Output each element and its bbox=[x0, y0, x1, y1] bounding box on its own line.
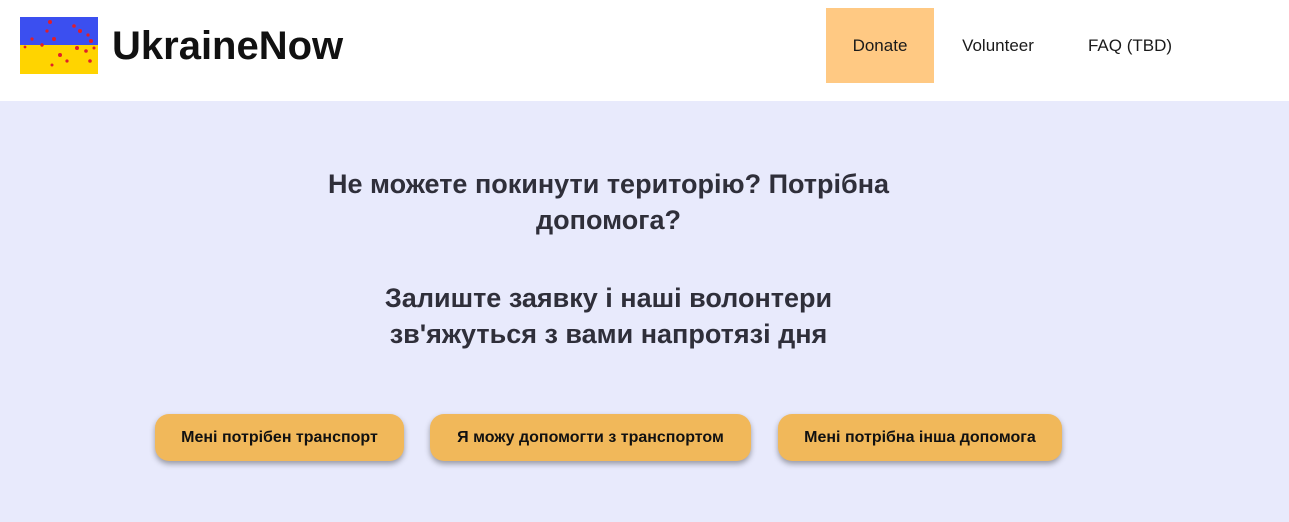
hero-subline-line-1: Залиште заявку і наші волонтери bbox=[384, 283, 833, 313]
nav-donate[interactable]: Donate bbox=[826, 8, 934, 83]
offer-transport-button[interactable]: Я можу допомогти з транспортом bbox=[430, 414, 751, 461]
hero-subline: Залиште заявку і наші волонтери зв'яжуть… bbox=[300, 280, 917, 352]
main-nav: Donate Volunteer FAQ (TBD) bbox=[0, 8, 1289, 83]
need-transport-button[interactable]: Мені потрібен транспорт bbox=[155, 414, 404, 461]
nav-faq[interactable]: FAQ (TBD) bbox=[1072, 8, 1188, 83]
hero-subline-line-2: зв'яжуться з вами напротязі дня bbox=[389, 319, 828, 349]
hero-headline: Не можете покинути територію? Потрібна д… bbox=[300, 166, 917, 238]
hero-headline-line-1: Не можете покинути територію? Потрібна bbox=[327, 169, 890, 199]
hero-headline-line-2: допомога? bbox=[536, 205, 681, 235]
site-header: UkraineNow Donate Volunteer FAQ (TBD) bbox=[0, 0, 1289, 101]
need-other-help-button[interactable]: Мені потрібна інша допомога bbox=[778, 414, 1062, 461]
nav-volunteer[interactable]: Volunteer bbox=[946, 8, 1050, 83]
